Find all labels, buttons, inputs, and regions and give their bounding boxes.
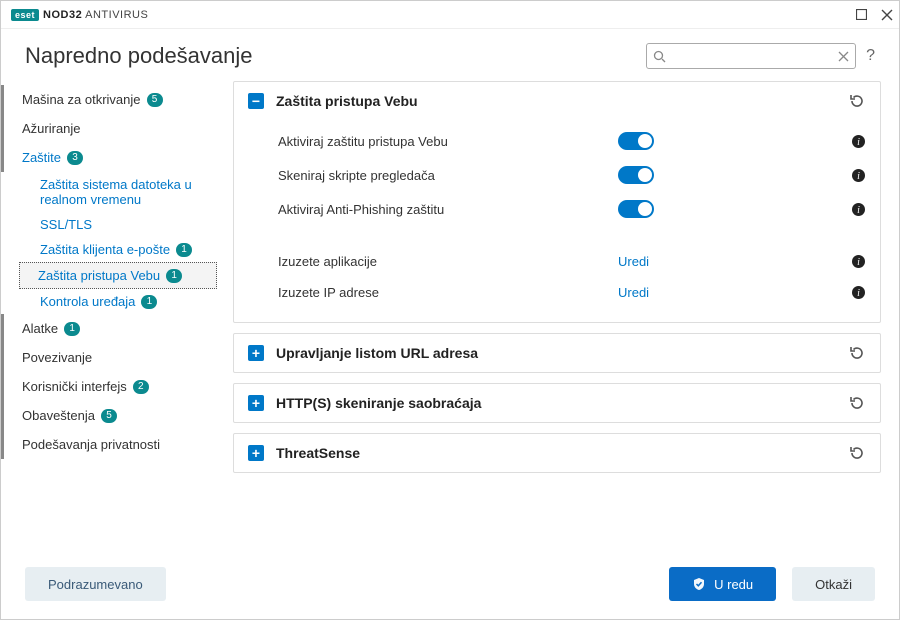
toggle-scan-browser-scripts[interactable] <box>618 166 654 184</box>
sidebar-item-label: Kontrola uređaja <box>40 294 135 309</box>
sidebar-item-label: Zaštite <box>22 150 61 165</box>
revert-icon[interactable] <box>848 394 866 412</box>
sidebar-item-realtime-file[interactable]: Zaštita sistema datoteka u realnom vreme… <box>19 172 217 212</box>
info-icon[interactable]: i <box>851 254 866 269</box>
toggle-enable-web-protection[interactable] <box>618 132 654 150</box>
info-icon[interactable]: i <box>851 168 866 183</box>
sidebar-item-email-client[interactable]: Zaštita klijenta e-pošte 1 <box>19 237 217 262</box>
sidebar-item-label: Mašina za otkrivanje <box>22 92 141 107</box>
sidebar-item-label: Zaštita klijenta e-pošte <box>40 242 170 257</box>
sidebar-badge: 1 <box>176 243 192 257</box>
sidebar-item-detection-engine[interactable]: Mašina za otkrivanje 5 <box>1 85 217 114</box>
info-icon[interactable]: i <box>851 202 866 217</box>
expand-icon: + <box>248 345 264 361</box>
expand-icon: + <box>248 445 264 461</box>
sidebar-item-update[interactable]: Ažuriranje <box>1 114 217 143</box>
info-icon[interactable]: i <box>851 285 866 300</box>
setting-excluded-apps: Izuzete aplikacije <box>278 254 618 269</box>
panel-url-list: + Upravljanje listom URL adresa <box>233 333 881 373</box>
sidebar-item-connectivity[interactable]: Povezivanje <box>1 343 217 372</box>
sidebar-item-label: Podešavanja privatnosti <box>22 437 160 452</box>
logo-badge: eset <box>11 9 39 21</box>
panel-header-http-scanning[interactable]: + HTTP(S) skeniranje saobraćaja <box>234 384 880 422</box>
sidebar-item-privacy[interactable]: Podešavanja privatnosti <box>1 430 217 459</box>
setting-excluded-ips: Izuzete IP adrese <box>278 285 618 300</box>
sidebar-item-label: Povezivanje <box>22 350 92 365</box>
panel-title: Upravljanje listom URL adresa <box>276 345 478 361</box>
sidebar-item-label: Korisnički interfejs <box>22 379 127 394</box>
panel-header-url-list[interactable]: + Upravljanje listom URL adresa <box>234 334 880 372</box>
search-box[interactable] <box>646 43 856 69</box>
panel-web-access: − Zaštita pristupa Vebu Aktiviraj zaštit… <box>233 81 881 323</box>
search-input[interactable] <box>672 49 832 63</box>
sidebar-item-label: Alatke <box>22 321 58 336</box>
sidebar-item-tools[interactable]: Alatke 1 <box>1 314 217 343</box>
ok-button[interactable]: U redu <box>669 567 776 601</box>
sidebar-badge: 3 <box>67 151 83 165</box>
shield-icon <box>692 577 706 591</box>
panel-threatsense: + ThreatSense <box>233 433 881 473</box>
sidebar-badge: 5 <box>147 93 163 107</box>
cancel-button[interactable]: Otkaži <box>792 567 875 601</box>
window-close-icon[interactable] <box>881 9 893 21</box>
logo-text: NOD32 ANTIVIRUS <box>43 9 148 21</box>
sidebar-badge: 5 <box>101 409 117 423</box>
panel-title: HTTP(S) skeniranje saobraćaja <box>276 395 481 411</box>
sidebar-item-device-control[interactable]: Kontrola uređaja 1 <box>19 289 217 314</box>
sidebar-item-web-access[interactable]: Zaštita pristupa Vebu 1 <box>19 262 217 289</box>
sidebar-badge: 1 <box>166 269 182 283</box>
sidebar-badge: 1 <box>141 295 157 309</box>
sidebar-item-label: Zaštita sistema datoteka u realnom vreme… <box>40 177 209 207</box>
sidebar-item-protections[interactable]: Zaštite 3 <box>1 143 217 172</box>
sidebar-item-label: Zaštita pristupa Vebu <box>38 268 160 283</box>
svg-text:i: i <box>857 205 860 216</box>
sidebar-item-label: Obaveštenja <box>22 408 95 423</box>
sidebar-badge: 2 <box>133 380 149 394</box>
page-title: Napredno podešavanje <box>25 43 253 69</box>
setting-enable-web-protection: Aktiviraj zaštitu pristupa Vebu <box>278 134 618 149</box>
sidebar-item-label: Ažuriranje <box>22 121 81 136</box>
revert-icon[interactable] <box>848 92 866 110</box>
panel-title: Zaštita pristupa Vebu <box>276 93 418 109</box>
help-icon[interactable]: ? <box>866 47 875 65</box>
collapse-icon: − <box>248 93 264 109</box>
edit-excluded-apps-link[interactable]: Uredi <box>618 254 649 269</box>
svg-text:i: i <box>857 288 860 299</box>
svg-text:i: i <box>857 257 860 268</box>
revert-icon[interactable] <box>848 344 866 362</box>
clear-search-icon[interactable] <box>838 51 849 62</box>
edit-excluded-ips-link[interactable]: Uredi <box>618 285 649 300</box>
sidebar-item-label: SSL/TLS <box>40 217 92 232</box>
app-logo: eset NOD32 ANTIVIRUS <box>11 9 148 21</box>
info-icon[interactable]: i <box>851 134 866 149</box>
search-icon <box>653 50 666 63</box>
panel-title: ThreatSense <box>276 445 360 461</box>
sidebar-badge: 1 <box>64 322 80 336</box>
svg-text:i: i <box>857 171 860 182</box>
toggle-enable-antiphishing[interactable] <box>618 200 654 218</box>
setting-scan-browser-scripts: Skeniraj skripte pregledača <box>278 168 618 183</box>
sidebar-item-notifications[interactable]: Obaveštenja 5 <box>1 401 217 430</box>
main-content: − Zaštita pristupa Vebu Aktiviraj zaštit… <box>223 75 899 555</box>
panel-http-scanning: + HTTP(S) skeniranje saobraćaja <box>233 383 881 423</box>
sidebar-item-ui[interactable]: Korisnički interfejs 2 <box>1 372 217 401</box>
window-maximize-icon[interactable] <box>856 9 867 20</box>
svg-text:i: i <box>857 137 860 148</box>
default-button[interactable]: Podrazumevano <box>25 567 166 601</box>
sidebar: Mašina za otkrivanje 5 Ažuriranje Zaštit… <box>1 75 223 555</box>
titlebar: eset NOD32 ANTIVIRUS <box>1 1 899 29</box>
panel-header-threatsense[interactable]: + ThreatSense <box>234 434 880 472</box>
expand-icon: + <box>248 395 264 411</box>
revert-icon[interactable] <box>848 444 866 462</box>
sidebar-item-ssl-tls[interactable]: SSL/TLS <box>19 212 217 237</box>
panel-header-web-access[interactable]: − Zaštita pristupa Vebu <box>234 82 880 120</box>
setting-enable-antiphishing: Aktiviraj Anti-Phishing zaštitu <box>278 202 618 217</box>
